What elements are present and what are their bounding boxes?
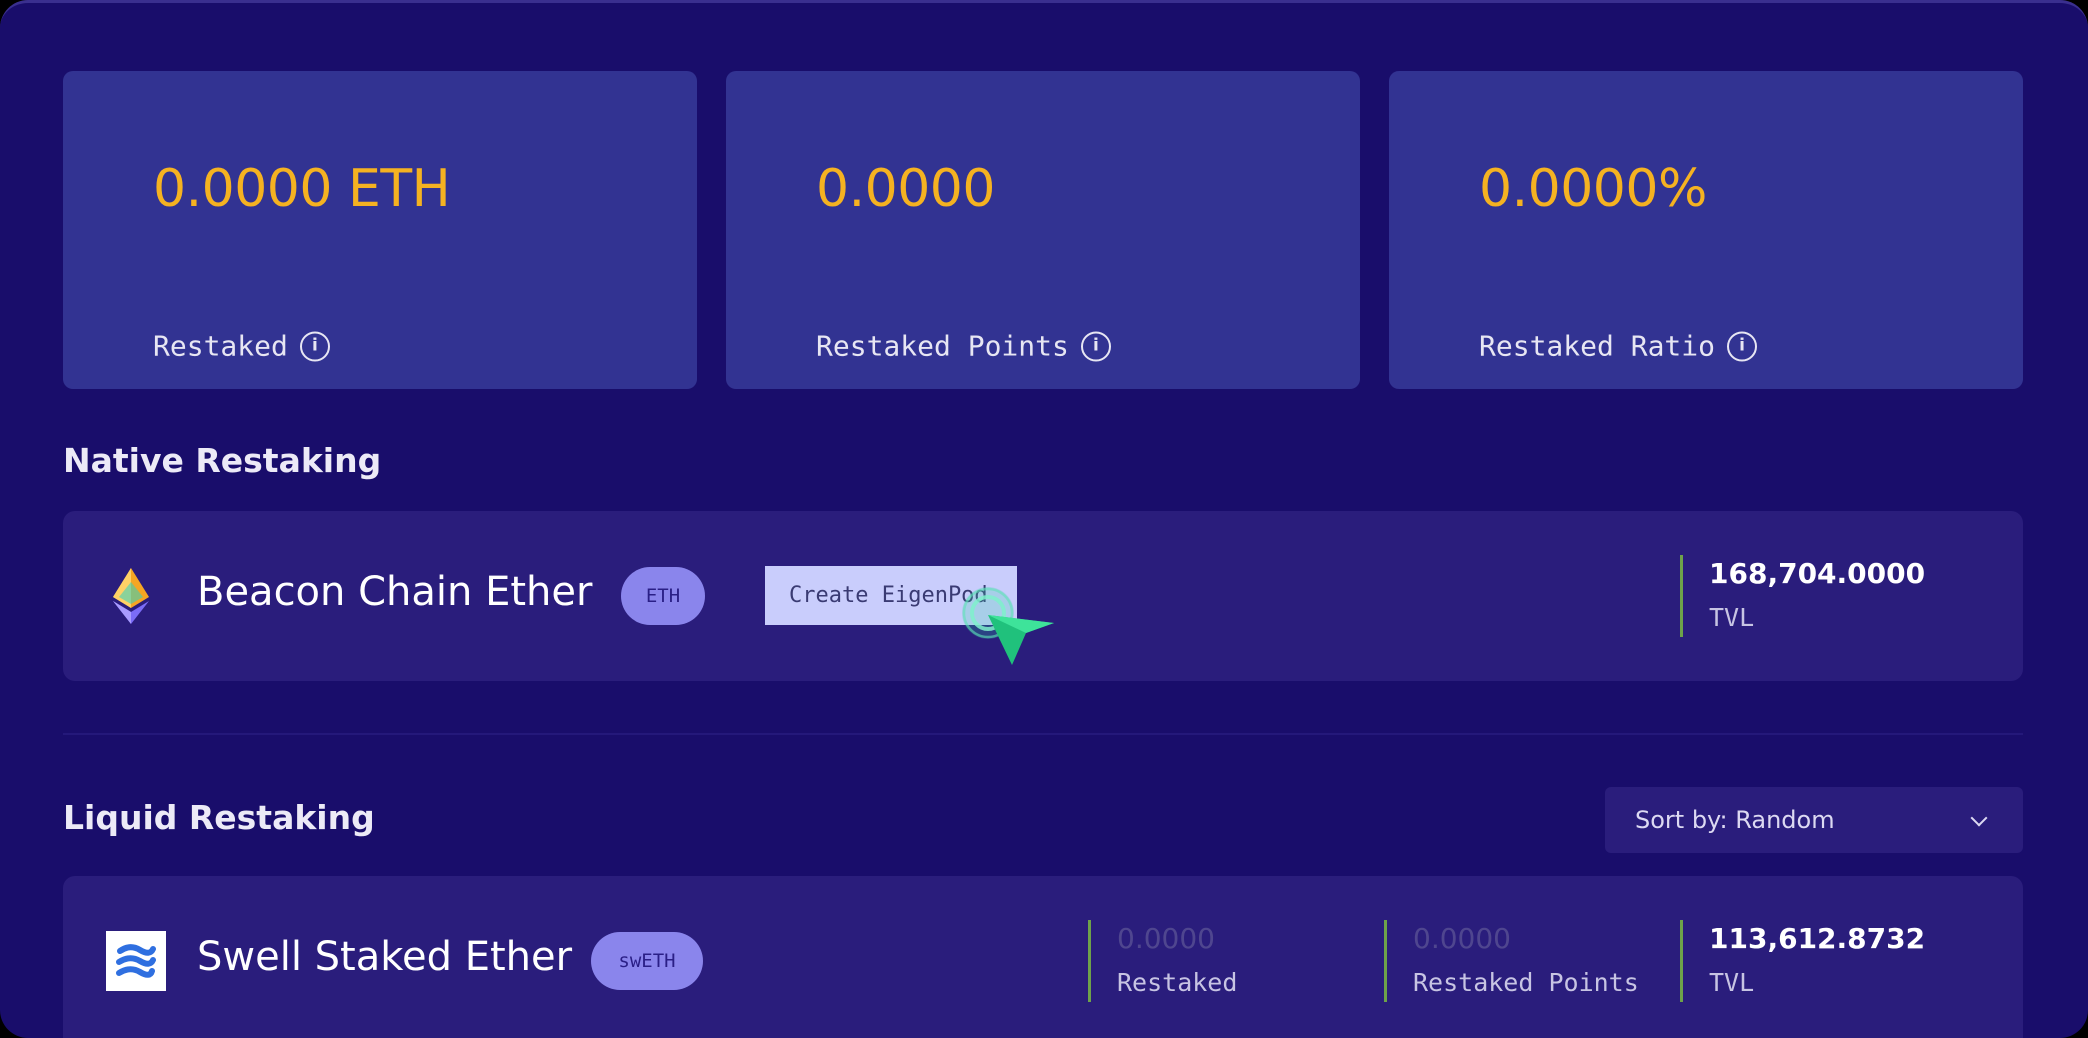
sort-select[interactable]: Sort by: Random: [1605, 787, 2023, 853]
info-icon[interactable]: i: [299, 331, 330, 361]
stat-card-restaked-ratio: 0.0000% Restaked Ratio i: [1389, 71, 2023, 389]
info-icon[interactable]: i: [1080, 331, 1111, 361]
stat-value: 0.0000 ETH: [153, 159, 451, 219]
stat-card-restaked: 0.0000 ETH Restaked i: [63, 71, 697, 389]
asset-name: Swell Staked Ether: [197, 934, 573, 980]
liquid-asset-row[interactable]: Swell Staked Ether swETH 0.0000 Restaked…: [63, 876, 2023, 1038]
stat-value: 0.0000%: [1479, 159, 1707, 219]
stat-value: 0.0000: [816, 159, 995, 219]
section-divider: [63, 733, 2023, 735]
stat-label-text: Restaked Points: [816, 329, 1069, 363]
stat-label: Restaked i: [153, 330, 330, 363]
info-icon[interactable]: i: [1727, 331, 1758, 361]
restaked-points-metric: 0.0000 Restaked Points: [1384, 920, 1639, 1002]
stat-label-text: Restaked Ratio: [1479, 329, 1716, 363]
stat-label-text: Restaked: [153, 329, 288, 363]
restaked-points-value: 0.0000: [1413, 922, 1511, 955]
asset-symbol-badge: swETH: [591, 932, 703, 990]
tvl-value: 113,612.8732: [1709, 922, 1926, 955]
chevron-down-icon: [1970, 809, 1988, 827]
restaked-points-label: Restaked Points: [1413, 968, 1639, 997]
sort-select-label: Sort by: Random: [1635, 806, 1835, 834]
tvl-label: TVL: [1709, 603, 1755, 632]
asset-name: Beacon Chain Ether: [197, 569, 593, 615]
tvl-label: TVL: [1709, 968, 1755, 997]
stat-label: Restaked Points i: [816, 330, 1111, 363]
stat-card-restaked-points: 0.0000 Restaked Points i: [726, 71, 1360, 389]
liquid-restaking-title: Liquid Restaking: [63, 798, 375, 837]
mouse-cursor-icon: [962, 587, 1054, 665]
app-window: 0.0000 ETH Restaked i 0.0000 Restaked Po…: [0, 0, 2088, 1038]
tvl-metric: 113,612.8732 TVL: [1680, 920, 1925, 1002]
asset-symbol-badge: ETH: [621, 567, 705, 625]
tvl-metric: 168,704.0000 TVL: [1680, 555, 1925, 637]
native-restaking-title: Native Restaking: [63, 441, 382, 480]
restaked-metric: 0.0000 Restaked: [1088, 920, 1237, 1002]
restaked-value: 0.0000: [1117, 922, 1215, 955]
tvl-value: 168,704.0000: [1709, 557, 1926, 590]
swell-icon: [106, 931, 166, 991]
ethereum-icon: [113, 568, 149, 624]
restaked-label: Restaked: [1117, 968, 1238, 997]
stat-label: Restaked Ratio i: [1479, 329, 1758, 363]
